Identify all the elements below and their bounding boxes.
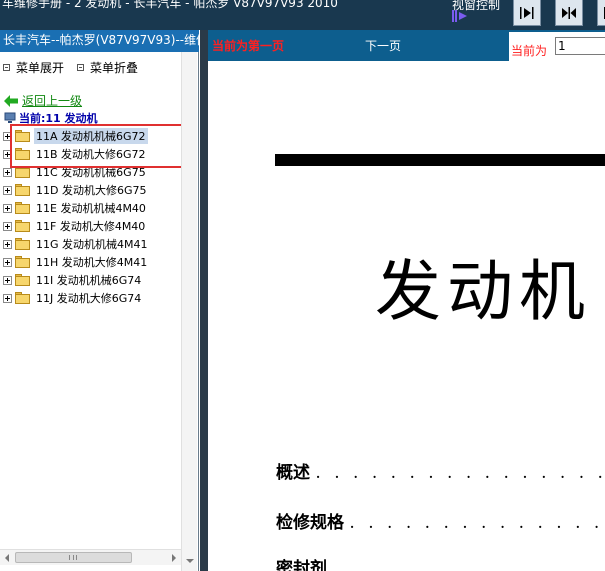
arrows-inward-icon <box>562 7 576 19</box>
toc-entry[interactable]: 检修规格 . . . . . . . . . . . . . . . <box>276 508 605 533</box>
toc-entry[interactable]: 概述 . . . . . . . . . . . . . . . . . <box>276 458 605 483</box>
scroll-down-icon[interactable] <box>186 559 194 563</box>
tree-item-label: 11H 发动机大修4M41 <box>36 256 148 269</box>
expand-plus-icon[interactable] <box>3 167 12 177</box>
document-panel: 当前为第一页 下一页 当前为 发动机 概述 . . . . . . . . . … <box>208 30 605 571</box>
tree-item-label: 11F 发动机大修4M40 <box>36 220 146 233</box>
expand-plus-icon[interactable] <box>3 257 12 267</box>
tree-item-label: 11J 发动机大修6G74 <box>36 292 142 305</box>
back-arrow-icon <box>4 94 18 107</box>
scrollbar-thumb[interactable] <box>15 552 132 563</box>
expand-plus-icon[interactable] <box>3 203 12 213</box>
expand-plus-icon[interactable] <box>3 185 12 195</box>
page-number-input[interactable] <box>555 37 605 55</box>
top-header: 车维修手册 - 2 发动机 - 长丰汽车 - 帕杰罗 V87V97V93 201… <box>0 0 605 30</box>
toc-entry-dots: . . . . . . . . . . . . . . . <box>349 513 605 533</box>
folder-icon <box>15 220 30 232</box>
tree-item-11f[interactable]: 11F 发动机大修4M40 <box>3 217 181 235</box>
page-last-button[interactable] <box>597 0 605 26</box>
panel-splitter[interactable] <box>200 30 208 571</box>
tree-item-11d[interactable]: 11D 发动机大修6G75 <box>3 181 181 199</box>
menu-collapse-label: 菜单折叠 <box>90 61 139 75</box>
page-goto-label: 当前为 <box>511 44 548 58</box>
toc-entry-title: 检修规格 <box>276 513 344 533</box>
app-window: 车维修手册 - 2 发动机 - 长丰汽车 - 帕杰罗 V87V97V93 201… <box>0 0 605 571</box>
folder-icon <box>15 292 30 304</box>
menu-expand-button[interactable]: 菜单展开 <box>3 59 64 76</box>
scroll-right-icon[interactable] <box>172 554 176 562</box>
page-fit-button[interactable] <box>555 0 583 26</box>
view-control-icon[interactable] <box>452 9 468 23</box>
page-goto: 当前为 <box>509 32 605 61</box>
expand-plus-icon[interactable] <box>3 275 12 285</box>
folder-icon <box>15 202 30 214</box>
vertical-scrollbar[interactable] <box>181 52 197 571</box>
page-status: 当前为第一页 <box>212 39 285 53</box>
tree-item-label: 11E 发动机机械4M40 <box>36 202 146 215</box>
menu-expand-label: 菜单展开 <box>16 61 65 75</box>
page-next-button[interactable] <box>513 0 541 26</box>
highlight-annotation-box <box>10 124 184 168</box>
tree-item-11h[interactable]: 11H 发动机大修4M41 <box>3 253 181 271</box>
back-up-label: 返回上一级 <box>22 94 83 108</box>
next-page-link[interactable]: 下一页 <box>365 37 401 54</box>
tree-item-11j[interactable]: 11J 发动机大修6G74 <box>3 289 181 307</box>
collapse-icon <box>77 64 84 71</box>
document-toolbar: 当前为第一页 下一页 当前为 <box>208 30 605 61</box>
tree-item-label: 11I 发动机机械6G74 <box>36 274 142 287</box>
toc-entry-title: 概述 <box>276 463 310 483</box>
tree-item-11g[interactable]: 11G 发动机机械4M41 <box>3 235 181 253</box>
window-title: 车维修手册 - 2 发动机 - 长丰汽车 - 帕杰罗 V87V97V93 201… <box>2 0 338 10</box>
toc-entry-title: 密封剂 <box>276 559 327 571</box>
folder-icon <box>15 274 30 286</box>
toc-entry-dots: . . . . . . . . . . . . . . . . . <box>315 463 605 483</box>
scroll-left-icon[interactable] <box>5 554 9 562</box>
expand-icon <box>3 64 10 71</box>
tree-item-11e[interactable]: 11E 发动机机械4M40 <box>3 199 181 217</box>
menu-panel-title: 长丰汽车--帕杰罗(V87V97V93)--维修手册 <box>0 30 199 52</box>
folder-icon <box>15 256 30 268</box>
computer-icon <box>4 112 16 123</box>
toc-entry[interactable]: 密封剂 <box>276 554 327 571</box>
tree-item-label: 11D 发动机大修6G75 <box>36 184 147 197</box>
folder-icon <box>15 238 30 250</box>
expand-plus-icon[interactable] <box>3 239 12 249</box>
document-title: 发动机 <box>375 253 591 330</box>
tree-item-11i[interactable]: 11I 发动机机械6G74 <box>3 271 181 289</box>
horizontal-scrollbar[interactable] <box>0 549 181 565</box>
tree-item-label: 11G 发动机机械4M41 <box>36 238 148 251</box>
menu-panel: 长丰汽车--帕杰罗(V87V97V93)--维修手册 菜单展开 菜单折叠 返回上… <box>0 30 199 571</box>
menu-collapse-button[interactable]: 菜单折叠 <box>77 59 138 76</box>
expand-plus-icon[interactable] <box>3 293 12 303</box>
document-rule <box>275 154 605 166</box>
arrow-right-bar-icon <box>520 7 534 19</box>
expand-plus-icon[interactable] <box>3 221 12 231</box>
folder-icon <box>15 184 30 196</box>
back-up-link[interactable]: 返回上一级 <box>4 92 82 109</box>
